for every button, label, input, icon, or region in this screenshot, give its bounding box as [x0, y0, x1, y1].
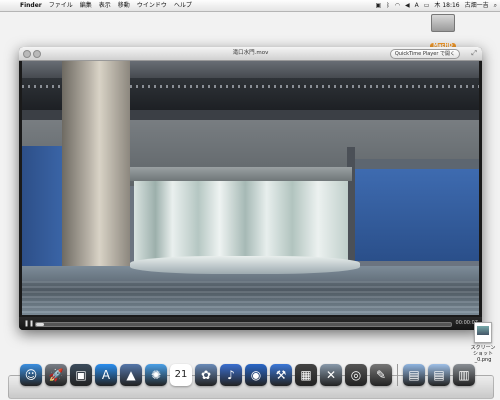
video-right-pier: [347, 147, 355, 261]
camera-icon[interactable]: ◎: [345, 364, 367, 386]
menu-help[interactable]: ヘルプ: [174, 0, 192, 11]
menu-file[interactable]: ファイル: [49, 0, 73, 11]
playback-controller: ❚❚ 00:00:07: [19, 317, 482, 330]
safari-icon[interactable]: ✺: [145, 364, 167, 386]
video-foam: [130, 256, 360, 274]
video-left-gate: [22, 146, 62, 271]
bluetooth-icon[interactable]: ᛒ: [386, 0, 390, 11]
dock-separator: [397, 364, 398, 386]
dashboard-icon[interactable]: ▣: [70, 364, 92, 386]
video-weir-wall: [130, 167, 352, 181]
desktop-hd[interactable]: MacHD: [430, 14, 456, 51]
script-icon[interactable]: ✎: [370, 364, 392, 386]
itunes-icon[interactable]: ♪: [220, 364, 242, 386]
desktop-screenshot-file[interactable]: スクリーン ショット_0.png: [468, 322, 498, 363]
folder-apps-icon[interactable]: ▤: [403, 364, 425, 386]
utility-icon[interactable]: ✕: [320, 364, 342, 386]
rocket-icon[interactable]: 🚀: [45, 364, 67, 386]
scrubber-progress: [36, 323, 45, 326]
screen-sharing-icon[interactable]: ▣: [375, 0, 381, 11]
hard-drive-icon[interactable]: [431, 14, 455, 32]
window-titlebar[interactable]: 滝口水門.mov QuickTime Player で開く ⤢: [19, 47, 482, 61]
input-method-icon[interactable]: A: [415, 0, 419, 11]
menu-window[interactable]: ウインドウ: [137, 0, 167, 11]
spotlight-icon[interactable]: ⌕: [494, 0, 497, 11]
photos-icon[interactable]: ✿: [195, 364, 217, 386]
menu-finder[interactable]: Finder: [20, 0, 42, 11]
menu-view[interactable]: 表示: [99, 0, 111, 11]
video-frame[interactable]: [22, 61, 479, 315]
video-right-gate: [352, 169, 479, 261]
quicktime-window: 滝口水門.mov QuickTime Player で開く ⤢ ❚❚ 00:00…: [19, 47, 482, 330]
menu-user[interactable]: 古畑一吉: [465, 0, 489, 11]
menu-bar: Finder ファイル 編集 表示 移動 ウインドウ ヘルプ ▣ ᛒ ◠ ◀ A…: [0, 0, 500, 12]
photobooth-icon[interactable]: ▦: [295, 364, 317, 386]
open-in-quicktime-button[interactable]: QuickTime Player で開く: [389, 49, 460, 59]
menu-edit[interactable]: 編集: [80, 0, 92, 11]
video-pillar: [62, 61, 130, 266]
screenshot-label-line2: ショット_0.png: [472, 351, 493, 363]
folder-docs-icon[interactable]: ▤: [428, 364, 450, 386]
xcode-icon[interactable]: ⚒: [270, 364, 292, 386]
calendar-icon[interactable]: 21: [170, 364, 192, 386]
pause-icon[interactable]: ❚❚: [24, 319, 34, 328]
fullscreen-icon[interactable]: ⤢: [471, 49, 477, 58]
trash-icon[interactable]: ▥: [453, 364, 475, 386]
appstore-icon[interactable]: A: [95, 364, 117, 386]
volume-icon[interactable]: ◀: [405, 0, 410, 11]
menu-clock[interactable]: 木 18:16: [434, 0, 459, 11]
scrubber-track[interactable]: [35, 322, 452, 327]
menu-go[interactable]: 移動: [118, 0, 130, 11]
video-ripples: [22, 281, 479, 315]
preview-icon[interactable]: ▲: [120, 364, 142, 386]
battery-icon[interactable]: ▭: [424, 0, 430, 11]
dvd-icon[interactable]: ◉: [245, 364, 267, 386]
image-file-icon[interactable]: [474, 322, 492, 343]
wifi-icon[interactable]: ◠: [395, 0, 400, 11]
finder-icon[interactable]: ☺: [20, 364, 42, 386]
dock: ☺ 🚀 ▣ A ▲ ✺ 21 ✿ ♪ ◉ ⚒ ▦ ✕ ◎ ✎ ▤ ▤ ▥: [20, 364, 475, 386]
menu-extras: ▣ ᛒ ◠ ◀ A ▭ 木 18:16 古畑一吉 ⌕: [375, 0, 497, 11]
